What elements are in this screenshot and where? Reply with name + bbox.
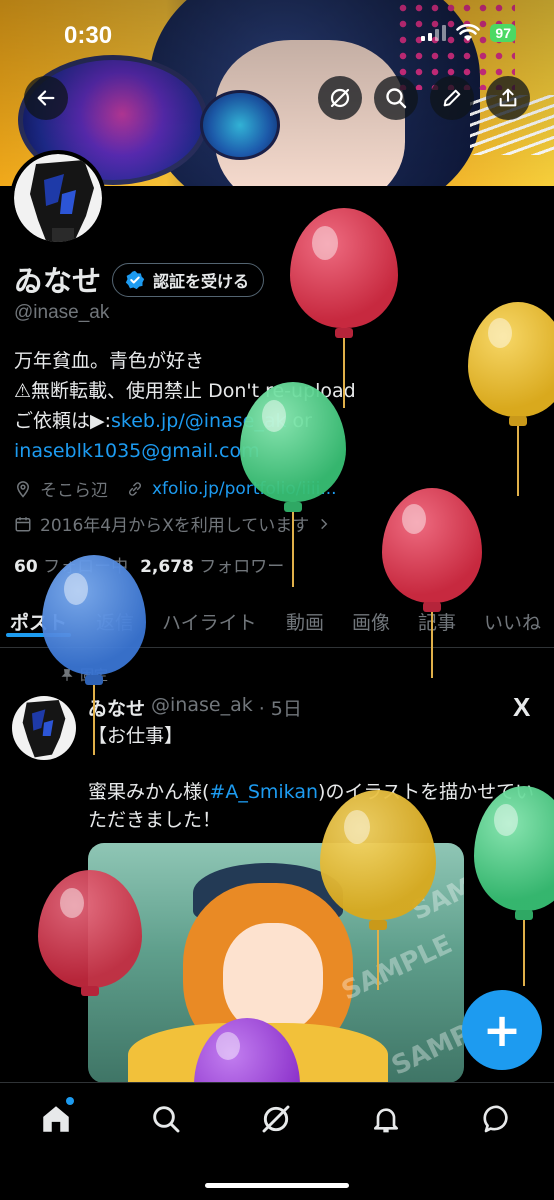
tab-videos[interactable]: 動画 [286, 604, 324, 635]
tab-likes[interactable]: いいね [484, 604, 541, 635]
following-count: 60 [14, 557, 38, 577]
status-bar: 0:30 97 [0, 0, 554, 60]
back-arrow-icon [37, 90, 55, 106]
location-icon [16, 480, 30, 498]
signal-icon [421, 25, 447, 41]
balloon-blue [42, 555, 146, 755]
profile-handle: @inase_ak [14, 302, 110, 323]
post-text-part-a: 蜜果みかん様( [88, 781, 210, 803]
nav-home[interactable] [36, 1097, 76, 1139]
edit-button[interactable] [430, 76, 474, 120]
wifi-icon [456, 24, 481, 41]
avatar-illustration [30, 160, 94, 242]
post-text: 【お仕事】 蜜果みかん様(#A_Smikan)のイラストを描かせていただきました… [88, 722, 538, 834]
illustration-face [223, 923, 323, 1033]
balloon-purple [194, 1018, 300, 1082]
get-verified-button[interactable]: 認証を受ける [112, 263, 265, 297]
search-button[interactable] [374, 76, 418, 120]
bottom-navigation [0, 1082, 554, 1200]
message-icon [483, 1105, 508, 1133]
share-button[interactable] [486, 76, 530, 120]
bio-line-1: 万年貧血。青色が好き [14, 350, 205, 372]
balloon-red [382, 488, 482, 678]
nav-grok[interactable] [256, 1099, 296, 1139]
battery-indicator: 97 [490, 24, 516, 42]
post-hashtag-link[interactable]: #A_Smikan [209, 781, 318, 803]
display-name: ゐなせ [14, 264, 102, 298]
balloon-green [240, 382, 346, 587]
post-text-line-1: 【お仕事】 [88, 725, 184, 747]
edit-icon [443, 89, 461, 107]
balloon-yellow [468, 302, 554, 497]
verified-badge-icon [125, 270, 145, 290]
status-icons: 97 [421, 24, 516, 42]
balloon-green [474, 786, 554, 986]
nav-notifications[interactable] [366, 1099, 406, 1139]
post-author-handle[interactable]: @inase_ak [151, 694, 253, 721]
followers-count: 2,678 [140, 557, 194, 577]
bio-line-3-prefix: ご依頼は▶: [14, 410, 112, 432]
watermark: SAMPLE [387, 1004, 464, 1082]
balloon-red [290, 208, 398, 408]
home-indicator [205, 1183, 349, 1188]
compose-post-button[interactable]: + [462, 990, 542, 1070]
link-icon [128, 481, 142, 496]
nav-messages[interactable] [478, 1099, 518, 1139]
compose-plus-icon: + [482, 1003, 522, 1057]
home-icon [43, 1106, 69, 1132]
back-button[interactable] [24, 76, 68, 120]
calendar-icon [15, 516, 31, 531]
tab-highlights[interactable]: ハイライト [162, 604, 257, 635]
post-timestamp: · 5日 [258, 698, 302, 720]
grok-icon [330, 88, 350, 108]
x-logo-icon: X [513, 692, 531, 722]
get-verified-label: 認証を受ける [153, 272, 250, 291]
home-notification-dot [66, 1097, 74, 1105]
grok-icon [262, 1105, 290, 1133]
nav-search[interactable] [146, 1099, 186, 1139]
profile-location: そこら辺 [40, 481, 108, 501]
post-text-line-2: 蜜果みかん様(#A_Smikan)のイラストを描かせていただきました！ [88, 778, 538, 834]
status-time: 0:30 [64, 22, 113, 49]
balloon-red [38, 870, 142, 1000]
search-icon [153, 1106, 180, 1133]
balloon-yellow [320, 790, 436, 990]
profile-avatar[interactable] [10, 150, 106, 246]
bell-icon [374, 1108, 398, 1133]
share-icon [499, 88, 517, 107]
grok-button[interactable] [318, 76, 362, 120]
search-icon [386, 88, 407, 109]
avatar-image [14, 154, 102, 242]
